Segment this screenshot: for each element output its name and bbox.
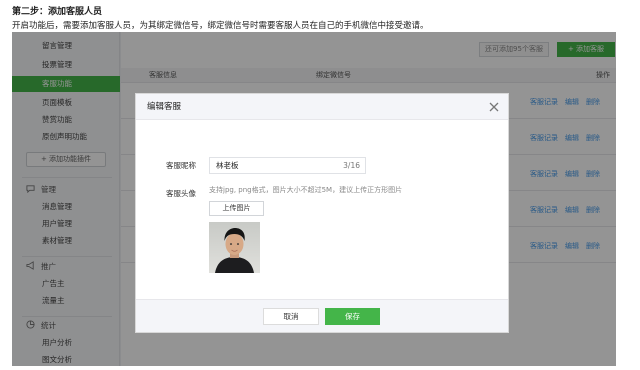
nickname-label: 客服昵称 xyxy=(166,161,196,170)
dialog-header: 编辑客服 xyxy=(136,94,508,120)
avatar-image xyxy=(209,222,260,273)
edit-customer-service-dialog: 编辑客服 客服昵称 林老板 3/16 客服头像 支持jpg, png格式，图片大… xyxy=(135,93,509,333)
avatar-upload-tip: 支持jpg, png格式，图片大小不超过5M，建议上传正方形图片 xyxy=(209,186,403,194)
close-icon[interactable] xyxy=(488,101,500,113)
upload-image-button[interactable]: 上传图片 xyxy=(209,201,264,216)
dialog-footer: 取消 保存 xyxy=(136,299,508,332)
nickname-value: 林老板 xyxy=(216,161,239,170)
dialog-title: 编辑客服 xyxy=(147,102,182,112)
step-title: 第二步：添加客服人员 xyxy=(12,7,103,17)
cancel-button[interactable]: 取消 xyxy=(263,308,319,325)
save-button[interactable]: 保存 xyxy=(325,308,380,325)
nickname-char-count: 3/16 xyxy=(343,161,360,170)
avatar-label: 客服头像 xyxy=(166,189,196,198)
step-description: 开启功能后，需要添加客服人员，为其绑定微信号，绑定微信号时需要客服人员在自己的手… xyxy=(12,21,429,31)
nickname-field[interactable]: 林老板 3/16 xyxy=(209,157,366,174)
